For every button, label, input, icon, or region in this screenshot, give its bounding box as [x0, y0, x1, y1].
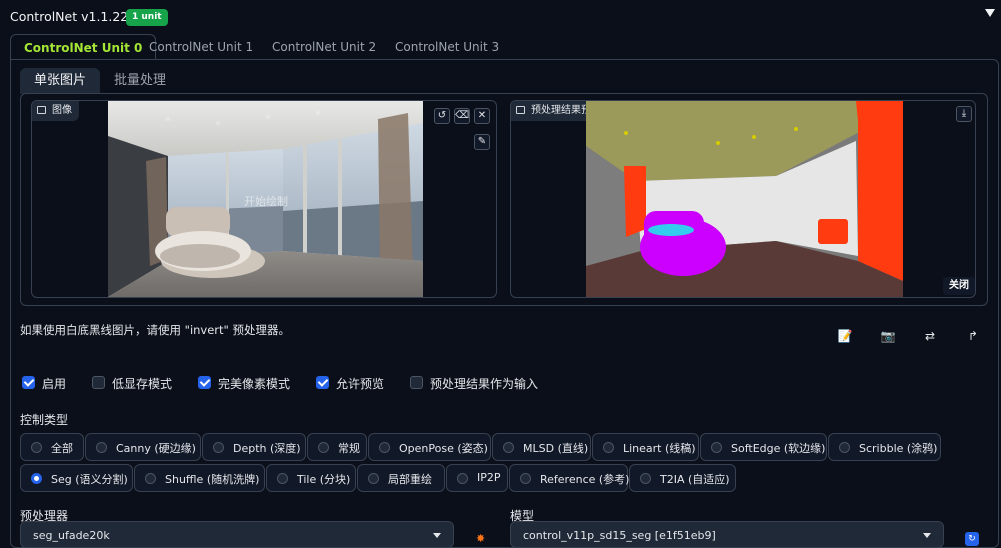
camera-icon[interactable]: 📷: [880, 329, 896, 343]
radio-label: Canny (硬边缘): [116, 442, 196, 455]
control-type-shuffle[interactable]: Shuffle (随机洗牌): [134, 464, 265, 492]
control-type-normal[interactable]: 常规: [307, 433, 367, 461]
run-preprocessor-icon[interactable]: ✸: [476, 532, 485, 545]
new-canvas-icon[interactable]: 📝: [837, 329, 853, 343]
checkbox-label: 预处理结果作为输入: [430, 377, 539, 391]
control-type-canny[interactable]: Canny (硬边缘): [85, 433, 201, 461]
control-type-t2ia[interactable]: T2IA (自适应): [629, 464, 736, 492]
radio-dot: [379, 442, 390, 453]
close-preview-button[interactable]: 关闭: [943, 277, 975, 295]
canvas-watermark: 开始绘制: [244, 195, 288, 208]
refresh-icon[interactable]: ↻: [965, 532, 979, 546]
radio-label: SoftEdge (软边缘): [731, 442, 826, 455]
control-type-mlsd[interactable]: MLSD (直线): [492, 433, 591, 461]
brush-icon[interactable]: ✎: [474, 134, 490, 150]
control-type-softedge[interactable]: SoftEdge (软边缘): [700, 433, 827, 461]
radio-dot: [368, 473, 379, 484]
radio-dot: [213, 442, 224, 453]
radio-label: 常规: [338, 442, 360, 455]
checkbox-box[interactable]: [22, 376, 35, 389]
download-icon[interactable]: ⤓: [956, 106, 972, 122]
radio-dot: [96, 442, 107, 453]
control-type-inpaint[interactable]: 局部重绘: [357, 464, 445, 492]
checkbox-box[interactable]: [410, 376, 423, 389]
model-value: control_v11p_sd15_seg [e1f51eb9]: [523, 529, 716, 542]
radio-dot: [603, 442, 614, 453]
radio-dot: [31, 473, 42, 484]
image-label-text: 图像: [52, 105, 72, 116]
controlnet-title: ControlNet v1.1.227: [10, 9, 137, 24]
radio-label: 全部: [51, 442, 73, 455]
radio-dot: [839, 442, 850, 453]
radio-dot: [31, 442, 42, 453]
checkbox-box[interactable]: [316, 376, 329, 389]
tab-controlnet-unit-3[interactable]: ControlNet Unit 3: [395, 34, 499, 60]
unit-count-badge: 1 unit: [126, 9, 168, 26]
radio-dot: [318, 442, 329, 453]
preprocessor-dropdown[interactable]: seg_ufade20k: [20, 521, 454, 548]
radio-dot: [457, 473, 468, 484]
radio-dot: [640, 473, 651, 484]
checkbox-box[interactable]: [198, 376, 211, 389]
collapse-triangle-icon[interactable]: [985, 9, 995, 17]
checkbox-label: 允许预览: [336, 377, 385, 391]
radio-label: MLSD (直线): [523, 442, 589, 455]
control-type-scribble[interactable]: Scribble (涂鸦): [828, 433, 941, 461]
control-type-ip2p[interactable]: IP2P: [446, 464, 508, 492]
radio-label: T2IA (自适应): [660, 473, 730, 486]
image-label: 图像: [32, 101, 79, 121]
tab-single-image[interactable]: 单张图片: [20, 68, 101, 94]
radio-label: Tile (分块): [297, 473, 351, 486]
undo-icon[interactable]: ↺: [434, 108, 450, 124]
radio-label: OpenPose (姿态): [399, 442, 488, 455]
checkbox-box[interactable]: [92, 376, 105, 389]
control-type-all[interactable]: 全部: [20, 433, 84, 461]
radio-dot: [503, 442, 514, 453]
control-type-depth[interactable]: Depth (深度): [202, 433, 306, 461]
radio-dot: [520, 473, 531, 484]
radio-label: IP2P: [477, 471, 501, 484]
radio-label: Scribble (涂鸦): [859, 442, 938, 455]
segmentation-preview-image: [586, 101, 903, 297]
checkbox-label: 低显存模式: [112, 377, 173, 391]
tab-controlnet-unit-2[interactable]: ControlNet Unit 2: [272, 34, 376, 60]
tab-controlnet-unit-1[interactable]: ControlNet Unit 1: [149, 34, 253, 60]
chevron-down-icon: [433, 533, 441, 538]
swap-icon[interactable]: ⇄: [922, 329, 938, 343]
radio-label: Lineart (线稿): [623, 442, 696, 455]
control-type-reference[interactable]: Reference (参考): [509, 464, 630, 492]
chevron-down-icon: [923, 533, 931, 538]
model-dropdown[interactable]: control_v11p_sd15_seg [e1f51eb9]: [510, 521, 944, 548]
tab-controlnet-unit-0[interactable]: ControlNet Unit 0: [10, 34, 157, 60]
image-input-panel[interactable]: 图像 开始绘制 ↺ ⌫ ✕ ✎: [31, 100, 497, 298]
radio-dot: [277, 473, 288, 484]
radio-label: Seg (语义分割): [51, 473, 128, 486]
checkbox-label: 启用: [42, 377, 67, 391]
control-type-openpose[interactable]: OpenPose (姿态): [368, 433, 491, 461]
control-type-tile[interactable]: Tile (分块): [266, 464, 356, 492]
eraser-icon[interactable]: ⌫: [454, 108, 470, 124]
image-icon: [516, 106, 525, 114]
radio-label: Depth (深度): [233, 442, 301, 455]
tab-batch[interactable]: 批量处理: [114, 68, 166, 94]
preprocessor-value: seg_ufade20k: [33, 529, 110, 542]
send-dimensions-icon[interactable]: ↱: [965, 329, 981, 343]
controlnet-header[interactable]: ControlNet v1.1.227 1 unit: [0, 0, 1001, 34]
control-type-label: 控制类型: [20, 413, 69, 427]
preprocessor-preview-panel[interactable]: 预处理结果预览 ⤓ 关闭: [510, 100, 976, 298]
radio-label: Shuffle (随机洗牌): [165, 473, 260, 486]
image-icon: [37, 106, 46, 114]
radio-dot: [711, 442, 722, 453]
radio-label: 局部重绘: [388, 473, 432, 486]
radio-dot: [145, 473, 156, 484]
invert-hint-text: 如果使用白底黑线图片，请使用 "invert" 预处理器。: [20, 323, 290, 337]
radio-label: Reference (参考): [540, 473, 630, 486]
close-icon[interactable]: ✕: [474, 108, 490, 124]
control-type-lineart[interactable]: Lineart (线稿): [592, 433, 699, 461]
control-type-seg[interactable]: Seg (语义分割): [20, 464, 133, 492]
checkbox-label: 完美像素模式: [218, 377, 291, 391]
